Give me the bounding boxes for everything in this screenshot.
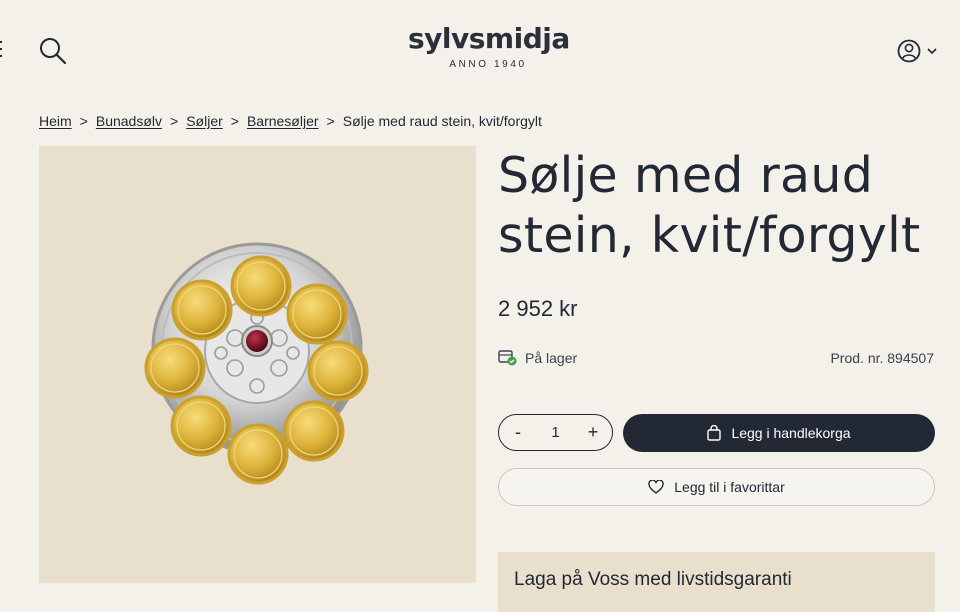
- add-to-cart-label: Legg i handlekorga: [731, 425, 851, 441]
- account-menu-button[interactable]: [896, 37, 940, 65]
- quantity-increment-button[interactable]: +: [584, 422, 602, 443]
- guarantee-banner[interactable]: Laga på Voss med livstidsgaranti: [498, 552, 935, 612]
- favorites-label: Legg til i favorittar: [674, 479, 785, 495]
- breadcrumb-link-soljer[interactable]: Søljer: [186, 113, 223, 129]
- site-logo[interactable]: sylvsmidja ANNO 1940: [408, 22, 570, 70]
- add-to-favorites-button[interactable]: Legg til i favorittar: [498, 468, 935, 506]
- product-image[interactable]: [39, 146, 476, 583]
- quantity-value[interactable]: 1: [551, 424, 559, 441]
- add-to-cart-button[interactable]: Legg i handlekorga: [623, 414, 935, 452]
- breadcrumb-separator: >: [170, 113, 179, 129]
- breadcrumb: Heim > Bunadsølv > Søljer > Barnesøljer > Sølje …: [39, 113, 542, 129]
- menu-icon[interactable]: [0, 40, 4, 58]
- quantity-stepper: - 1 +: [498, 414, 613, 451]
- breadcrumb-link-bunadsolv[interactable]: Bunadsølv: [96, 113, 162, 129]
- breadcrumb-link-barnesoljer[interactable]: Barnesøljer: [247, 113, 319, 129]
- product-title: Sølje med raud stein, kvit/forgylt: [498, 147, 921, 264]
- shopping-bag-icon: [707, 425, 722, 441]
- breadcrumb-current: Sølje med raud stein, kvit/forgylt: [342, 113, 542, 129]
- logo-wordmark: sylvsmidja: [408, 22, 570, 55]
- heart-icon: [648, 480, 664, 494]
- stock-label: På lager: [525, 349, 578, 366]
- breadcrumb-separator: >: [230, 113, 239, 129]
- breadcrumb-separator: >: [79, 113, 88, 129]
- guarantee-text: Laga på Voss med livstidsgaranti: [514, 569, 792, 590]
- search-icon[interactable]: [38, 36, 68, 66]
- product-price: 2 952 kr: [498, 296, 578, 321]
- breadcrumb-link-heim[interactable]: Heim: [39, 113, 72, 129]
- in-stock-icon: [498, 350, 517, 366]
- product-number: Prod. nr. 894507: [830, 350, 934, 366]
- user-icon: [897, 39, 937, 63]
- stock-status: På lager: [498, 349, 577, 366]
- brooch-illustration: [144, 242, 369, 485]
- quantity-decrement-button[interactable]: -: [509, 422, 527, 443]
- breadcrumb-separator: >: [326, 113, 335, 129]
- logo-tagline: ANNO 1940: [449, 59, 527, 70]
